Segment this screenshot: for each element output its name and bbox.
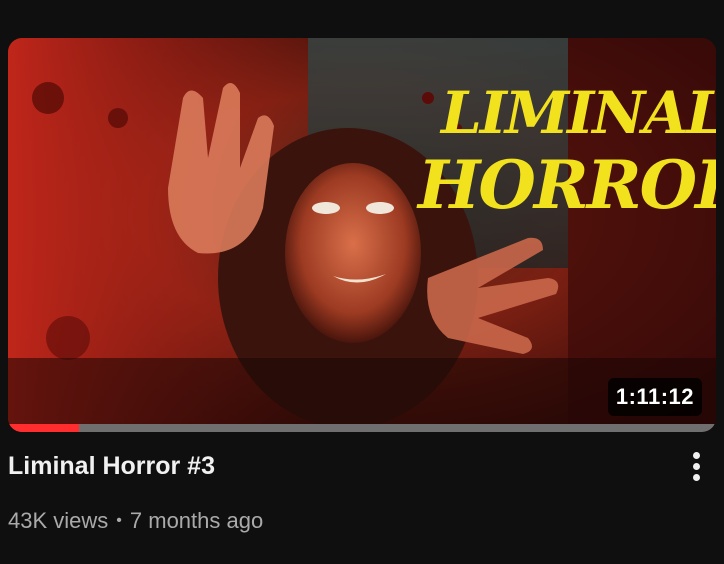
video-card[interactable]: LIMINAL HORROR 1:11:12 Liminal Horror #3… xyxy=(0,0,724,564)
meta-separator: • xyxy=(116,512,122,529)
svg-text:HORROR: HORROR xyxy=(416,146,716,224)
watch-progress-fill xyxy=(8,424,79,432)
video-title[interactable]: Liminal Horror #3 xyxy=(8,452,215,481)
thumbnail-artwork: LIMINAL HORROR xyxy=(8,38,716,432)
more-vert-icon[interactable] xyxy=(682,444,710,488)
menu-dot xyxy=(692,462,700,470)
svg-text:LIMINAL: LIMINAL xyxy=(439,79,716,147)
menu-dot xyxy=(692,451,700,459)
duration-badge: 1:11:12 xyxy=(607,378,702,416)
video-metadata: 43K views • 7 months ago xyxy=(8,508,263,534)
publish-date: 7 months ago xyxy=(129,508,264,533)
menu-dot xyxy=(692,473,700,481)
watch-progress-bar xyxy=(8,424,716,432)
video-thumbnail[interactable]: LIMINAL HORROR 1:11:12 xyxy=(8,38,716,432)
view-count: 43K views xyxy=(8,508,109,533)
